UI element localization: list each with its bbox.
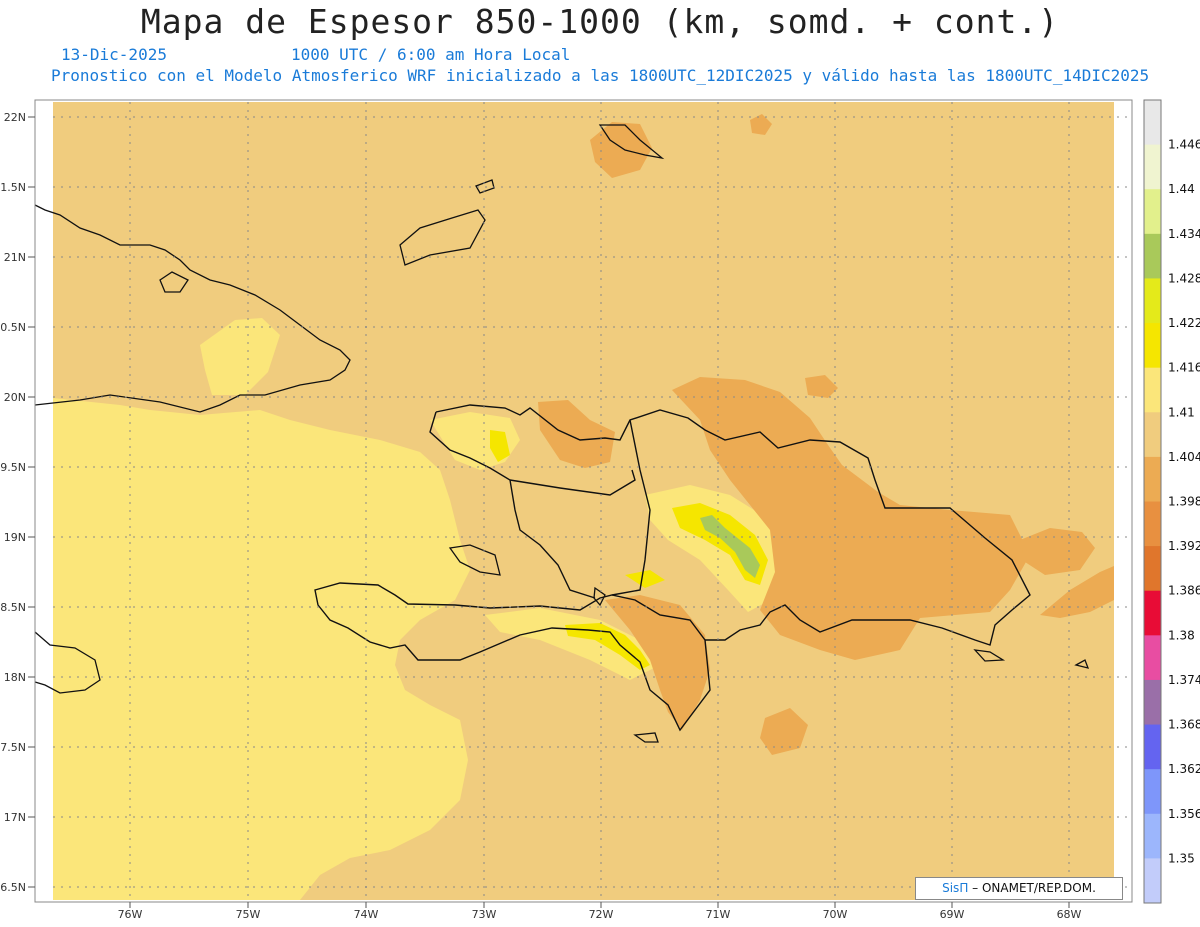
colorbar-swatch <box>1144 546 1161 592</box>
credit-box: SisΠ – ONAMET/REP.DOM. <box>915 877 1123 900</box>
colorbar-swatch <box>1144 858 1161 904</box>
colorbar-label: 1.446 <box>1168 138 1200 152</box>
colorbar-swatch <box>1144 144 1161 190</box>
lon-tick-label: 76W <box>118 908 143 921</box>
lat-tick-label: 20N <box>4 391 26 404</box>
colorbar-label: 1.362 <box>1168 762 1200 776</box>
colorbar-label: 1.422 <box>1168 316 1200 330</box>
lon-tick-label: 70W <box>823 908 848 921</box>
colorbar-label: 1.428 <box>1168 271 1200 285</box>
colorbar-swatch <box>1144 813 1161 859</box>
colorbar-swatch <box>1144 769 1161 815</box>
colorbar-swatch <box>1144 233 1161 279</box>
colorbar-swatch <box>1144 590 1161 636</box>
latitude-axis: 22N 1.5N 21N 0.5N 20N 9.5N 19N 8.5N 18N 7.5N 17N 6.… <box>0 111 35 894</box>
sispi-logo: SisΠ <box>942 881 969 895</box>
lat-tick-label: 22N <box>4 111 26 124</box>
lat-tick-label: 18N <box>4 671 26 684</box>
colorbar-swatch <box>1144 367 1161 413</box>
colorbar-swatch <box>1144 724 1161 770</box>
colorbar-swatch <box>1144 679 1161 726</box>
lat-tick-label: 21N <box>4 251 26 264</box>
lon-tick-label: 72W <box>589 908 614 921</box>
lon-tick-label: 73W <box>472 908 497 921</box>
lat-tick-label: 6.5N <box>0 881 26 894</box>
thickness-map: 22N 1.5N 21N 0.5N 20N 9.5N 19N 8.5N 18N 7.5N 17N 6.… <box>0 99 1200 921</box>
colorbar-label: 1.356 <box>1168 807 1200 821</box>
colorbar-label: 1.374 <box>1168 673 1200 687</box>
colorbar-label: 1.398 <box>1168 495 1200 509</box>
lat-tick-label: 7.5N <box>0 741 26 754</box>
lat-tick-label: 1.5N <box>0 181 26 194</box>
colorbar-label: 1.416 <box>1168 361 1200 375</box>
colorbar-swatch <box>1144 501 1161 547</box>
lat-tick-label: 19N <box>4 531 26 544</box>
colorbar-swatch <box>1144 100 1161 146</box>
credit-text: – ONAMET/REP.DOM. <box>972 881 1096 895</box>
colorbar-label: 1.404 <box>1168 450 1200 464</box>
colorbar-label: 1.434 <box>1168 227 1200 241</box>
lon-tick-label: 71W <box>706 908 731 921</box>
colorbar-swatch <box>1144 412 1161 458</box>
colorbar-label: 1.368 <box>1168 718 1200 732</box>
colorbar-label: 1.35 <box>1168 851 1195 865</box>
lon-tick-label: 75W <box>236 908 261 921</box>
lon-tick-label: 74W <box>354 908 379 921</box>
colorbar-swatch <box>1144 456 1161 502</box>
colorbar: 1.446 1.44 1.434 1.428 1.422 1.416 1.41 1.404 1.… <box>1143 99 1200 904</box>
colorbar-label: 1.38 <box>1168 628 1195 642</box>
colorbar-swatch <box>1144 189 1161 235</box>
lat-tick-label: 8.5N <box>0 601 26 614</box>
lon-tick-label: 69W <box>940 908 965 921</box>
colorbar-swatch <box>1144 278 1161 324</box>
colorbar-label: 1.386 <box>1168 584 1200 598</box>
colorbar-label: 1.41 <box>1168 405 1195 419</box>
colorbar-label: 1.44 <box>1168 182 1195 196</box>
lon-tick-label: 68W <box>1057 908 1082 921</box>
colorbar-label: 1.392 <box>1168 539 1200 553</box>
longitude-axis: 76W 75W 74W 73W 72W 71W 70W 69W 68W <box>118 902 1082 921</box>
colorbar-swatch <box>1144 323 1161 369</box>
colorbar-swatch <box>1144 635 1161 681</box>
lat-tick-label: 0.5N <box>0 321 26 334</box>
lat-tick-label: 9.5N <box>0 461 26 474</box>
lat-tick-label: 17N <box>4 811 26 824</box>
